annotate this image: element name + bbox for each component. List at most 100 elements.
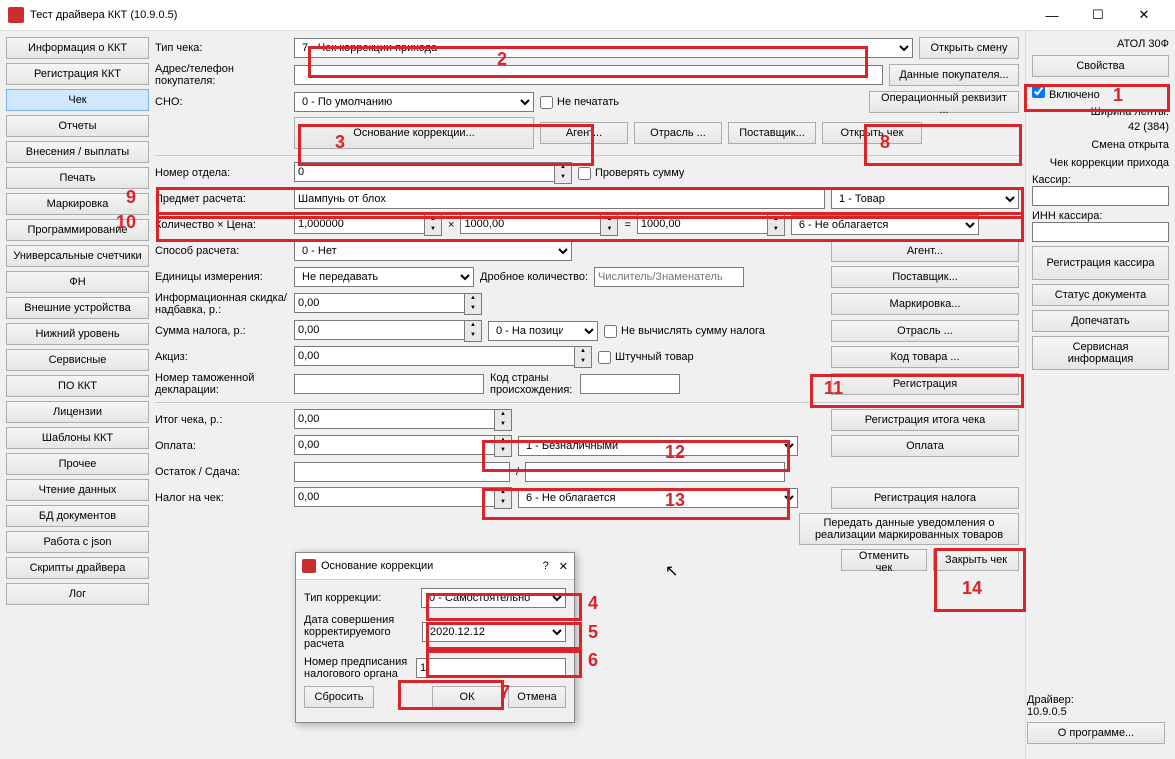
calc-method-select[interactable]: 0 - Нет bbox=[294, 241, 572, 261]
nav-внешние-устройства[interactable]: Внешние устройства bbox=[6, 297, 149, 319]
change-input[interactable] bbox=[525, 462, 785, 482]
agent2-button[interactable]: Агент... bbox=[831, 240, 1019, 262]
subject-type-select[interactable]: 1 - Товар bbox=[831, 189, 1019, 209]
rest-input[interactable] bbox=[294, 462, 510, 482]
pay-button[interactable]: Оплата bbox=[831, 435, 1019, 457]
origin-code-input[interactable] bbox=[580, 374, 680, 394]
buyer-data-button[interactable]: Данные покупателя... bbox=[889, 64, 1019, 86]
frac-qty-input[interactable] bbox=[594, 267, 744, 287]
buyer-addr-input[interactable] bbox=[294, 65, 883, 85]
driver-label: Драйвер: bbox=[1027, 694, 1165, 706]
nav-нижний-уровень[interactable]: Нижний уровень bbox=[6, 323, 149, 345]
agent-button[interactable]: Агент... bbox=[540, 122, 628, 144]
payment-type-select[interactable]: 1 - Безналичными bbox=[518, 436, 798, 456]
cheque-type-select[interactable]: 7 - Чек коррекции прихода bbox=[294, 38, 913, 58]
dialog-ok-button[interactable]: ОК bbox=[432, 686, 502, 708]
industry2-button[interactable]: Отрасль ... bbox=[831, 320, 1019, 342]
nav-регистрация-ккт[interactable]: Регистрация ККТ bbox=[6, 63, 149, 85]
nav-работа-с-json[interactable]: Работа с json bbox=[6, 531, 149, 553]
dialog-reset-button[interactable]: Сбросить bbox=[304, 686, 374, 708]
nav-печать[interactable]: Печать bbox=[6, 167, 149, 189]
send-mark-notif-button[interactable]: Передать данные уведомления о реализации… bbox=[799, 513, 1019, 545]
label-origin-code: Код страны происхождения: bbox=[490, 372, 580, 396]
spin-buttons[interactable]: ▲▼ bbox=[554, 162, 572, 184]
industry-button[interactable]: Отрасль ... bbox=[634, 122, 722, 144]
nav-прочее[interactable]: Прочее bbox=[6, 453, 149, 475]
nav-бд-документов[interactable]: БД документов bbox=[6, 505, 149, 527]
dept-num-input[interactable] bbox=[294, 162, 554, 182]
about-button[interactable]: О программе... bbox=[1027, 722, 1165, 744]
corr-type-select[interactable]: 0 - Самостоятельно bbox=[421, 588, 566, 608]
nav-фн[interactable]: ФН bbox=[6, 271, 149, 293]
nav-сервисные[interactable]: Сервисные bbox=[6, 349, 149, 371]
supplier-button[interactable]: Поставщик... bbox=[728, 122, 816, 144]
open-shift-button[interactable]: Открыть смену bbox=[919, 37, 1019, 59]
cashier-inn-input[interactable] bbox=[1032, 222, 1169, 242]
nav-универсальные-счетчики[interactable]: Универсальные счетчики bbox=[6, 245, 149, 267]
titlebar: Тест драйвера ККТ (10.9.0.5) — ☐ ✕ bbox=[0, 0, 1175, 31]
correction-base-button[interactable]: Основание коррекции... bbox=[294, 117, 534, 149]
amount-input[interactable] bbox=[637, 214, 767, 234]
no-calc-tax-checkbox[interactable] bbox=[604, 325, 617, 338]
subject-input[interactable] bbox=[294, 189, 825, 209]
supplier2-button[interactable]: Поставщик... bbox=[831, 266, 1019, 288]
corr-num-input[interactable] bbox=[416, 658, 566, 678]
nav-отчеты[interactable]: Отчеты bbox=[6, 115, 149, 137]
product-code-button[interactable]: Код товара ... bbox=[831, 346, 1019, 368]
minimize-button[interactable]: — bbox=[1029, 0, 1075, 30]
register-button[interactable]: Регистрация bbox=[831, 373, 1019, 395]
nav-по-ккт[interactable]: ПО ККТ bbox=[6, 375, 149, 397]
nav-чтение-данных[interactable]: Чтение данных bbox=[6, 479, 149, 501]
nav-информация-о-ккт[interactable]: Информация о ККТ bbox=[6, 37, 149, 59]
payment-input[interactable] bbox=[294, 435, 494, 455]
nav-чек[interactable]: Чек bbox=[6, 89, 149, 111]
nav-лог[interactable]: Лог bbox=[6, 583, 149, 605]
nav-скрипты-драйвера[interactable]: Скрипты драйвера bbox=[6, 557, 149, 579]
nav-внесения-/-выплаты[interactable]: Внесения / выплаты bbox=[6, 141, 149, 163]
register-tax-button[interactable]: Регистрация налога bbox=[831, 487, 1019, 509]
props-button[interactable]: Свойства bbox=[1032, 55, 1169, 77]
label-rest-change: Остаток / Сдача: bbox=[155, 466, 294, 478]
maximize-button[interactable]: ☐ bbox=[1075, 0, 1121, 30]
cancel-cheque-button[interactable]: Отменить чек bbox=[841, 549, 927, 571]
customs-num-input[interactable] bbox=[294, 374, 484, 394]
tax-on-cheque-type-select[interactable]: 6 - Не облагается bbox=[518, 488, 798, 508]
close-cheque-button[interactable]: Закрыть чек bbox=[933, 549, 1019, 571]
info-discount-input[interactable] bbox=[294, 293, 464, 313]
marking-button[interactable]: Маркировка... bbox=[831, 293, 1019, 315]
close-button[interactable]: ✕ bbox=[1121, 0, 1167, 30]
price-input[interactable] bbox=[460, 214, 600, 234]
dialog-title: Основание коррекции bbox=[321, 560, 433, 572]
tax-sum-input[interactable] bbox=[294, 320, 464, 340]
nav-шаблоны-ккт[interactable]: Шаблоны ККТ bbox=[6, 427, 149, 449]
cursor-icon: ↖ bbox=[665, 561, 678, 581]
tax-on-cheque-input[interactable] bbox=[294, 487, 494, 507]
register-total-button[interactable]: Регистрация итога чека bbox=[831, 409, 1019, 431]
tax-rate-select[interactable]: 6 - Не облагается bbox=[791, 215, 979, 235]
reprint-button[interactable]: Допечатать bbox=[1032, 310, 1169, 332]
label-tax-on-cheque: Налог на чек: bbox=[155, 492, 294, 504]
left-nav: Информация о ККТ Регистрация ККТ Чек Отчеты… bbox=[0, 31, 155, 759]
check-sum-checkbox[interactable] bbox=[578, 167, 591, 180]
enabled-checkbox[interactable] bbox=[1032, 85, 1045, 98]
dialog-close-button[interactable]: ✕ bbox=[559, 560, 568, 573]
label-corr-num: Номер предписания налогового органа bbox=[304, 656, 416, 680]
no-print-checkbox[interactable] bbox=[540, 96, 553, 109]
open-cheque-button[interactable]: Открыть чек bbox=[822, 122, 922, 144]
excise-input[interactable] bbox=[294, 346, 574, 366]
units-select[interactable]: Не передавать bbox=[294, 267, 474, 287]
service-info-button[interactable]: Сервисная информация bbox=[1032, 336, 1169, 370]
cashier-input[interactable] bbox=[1032, 186, 1169, 206]
total-input[interactable] bbox=[294, 409, 494, 429]
corr-date-select[interactable]: 2020.12.12 bbox=[422, 622, 566, 642]
sno-select[interactable]: 0 - По умолчанию bbox=[294, 92, 534, 112]
doc-status-button[interactable]: Статус документа bbox=[1032, 284, 1169, 306]
piece-goods-checkbox[interactable] bbox=[598, 351, 611, 364]
oper-req-button[interactable]: Операционный реквизит ... bbox=[869, 91, 1019, 113]
qty-input[interactable] bbox=[294, 214, 424, 234]
tax-sum-mode-select[interactable]: 0 - На позицию bbox=[488, 321, 598, 341]
dialog-help-button[interactable]: ? bbox=[543, 560, 549, 572]
register-cashier-button[interactable]: Регистрация кассира bbox=[1032, 246, 1169, 280]
nav-лицензии[interactable]: Лицензии bbox=[6, 401, 149, 423]
dialog-cancel-button[interactable]: Отмена bbox=[508, 686, 566, 708]
